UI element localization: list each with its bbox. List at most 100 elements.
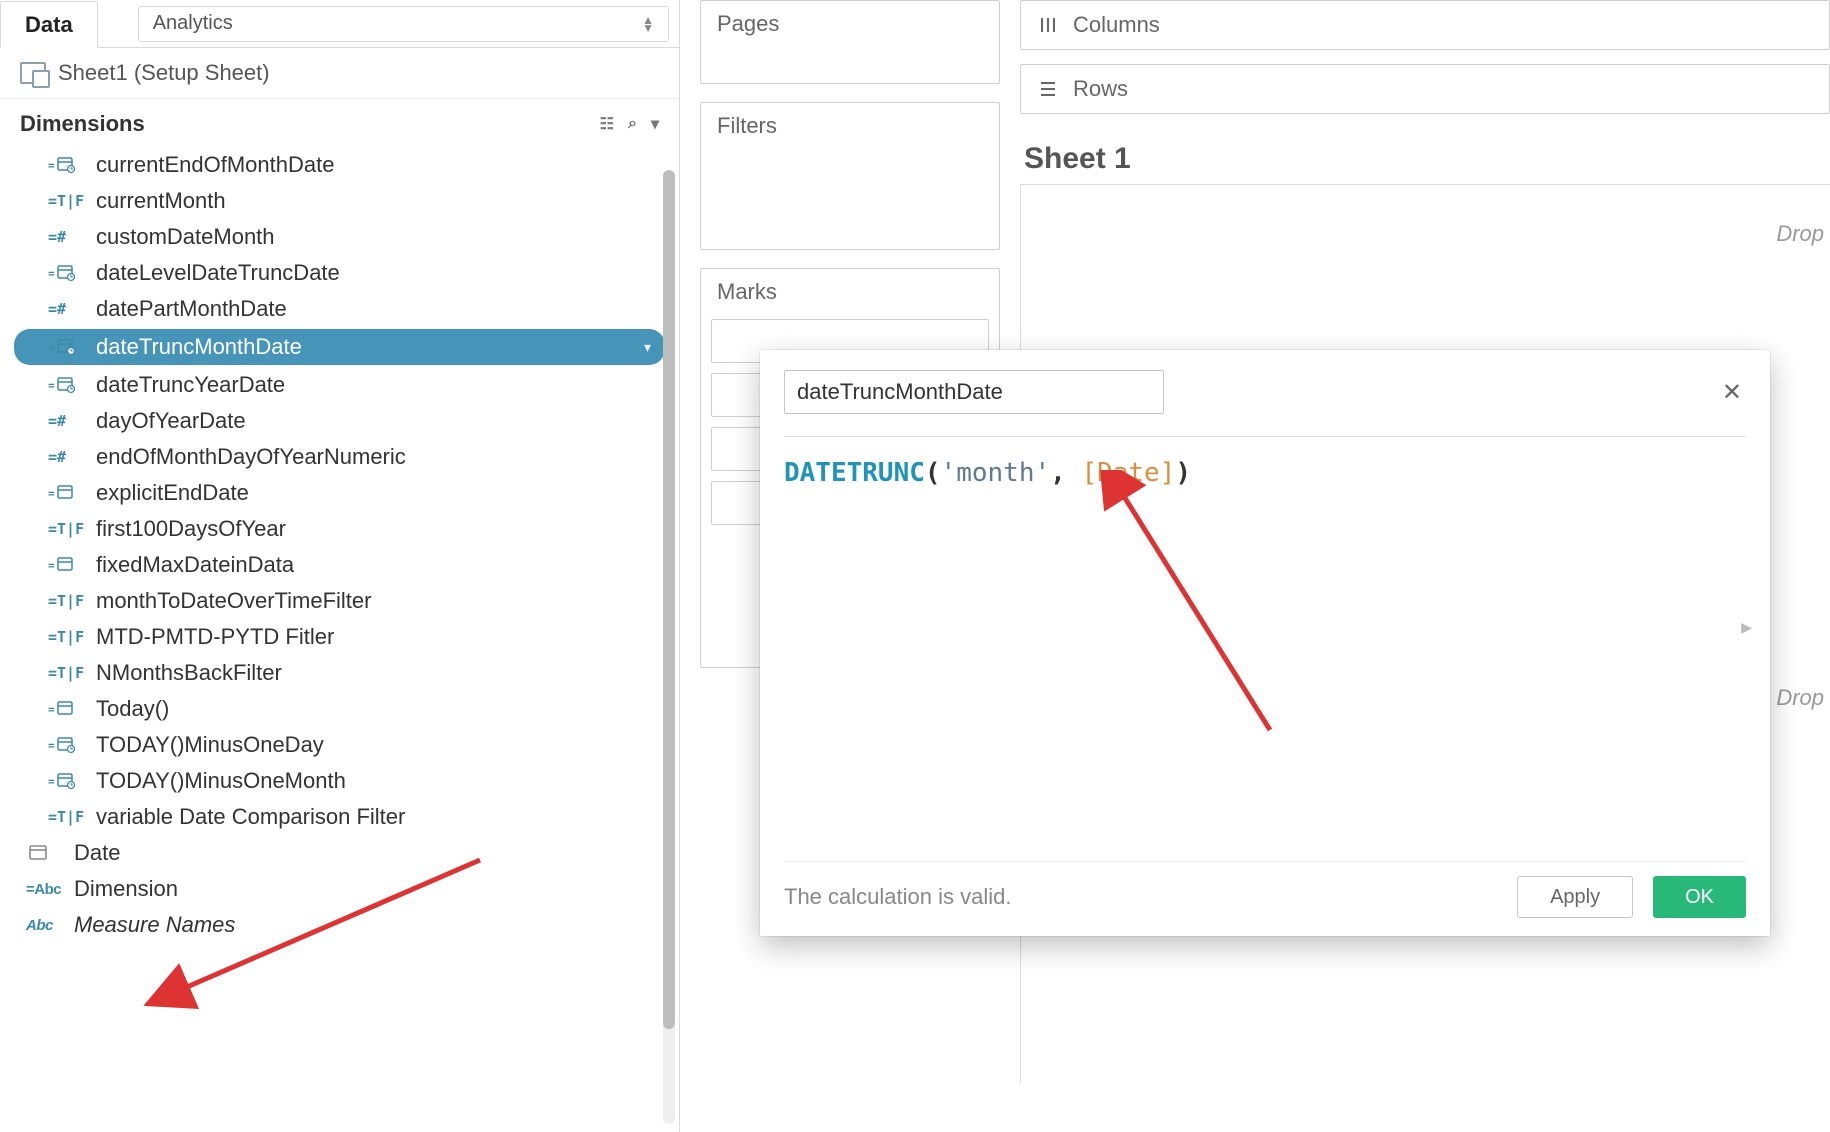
- dimension-label: Today(): [96, 696, 169, 722]
- dimension-label: MTD-PMTD-PYTD Fitler: [96, 624, 334, 650]
- string-icon: Abc: [26, 917, 60, 934]
- calc-date-icon: =: [48, 156, 82, 174]
- dimension-label: dateLevelDateTruncDate: [96, 260, 340, 286]
- data-pane-tabs: Data Analytics ▲▼: [0, 0, 679, 48]
- scrollbar[interactable]: [663, 170, 675, 1124]
- calc-number-icon: =#: [48, 228, 82, 246]
- datasource-name: Sheet1 (Setup Sheet): [58, 60, 270, 86]
- marks-size[interactable]: [711, 427, 761, 471]
- view-data-icon[interactable]: ☷: [600, 114, 614, 134]
- dimension-item[interactable]: =currentEndOfMonthDate: [0, 147, 679, 183]
- pages-shelf[interactable]: Pages: [700, 0, 1000, 84]
- dimension-item[interactable]: =T|Ffirst100DaysOfYear: [0, 511, 679, 547]
- dimension-label: Date: [74, 840, 120, 866]
- dimension-label: currentMonth: [96, 188, 226, 214]
- calc-string-icon: =Abc: [26, 881, 60, 898]
- calc-boolean-icon: =T|F: [48, 592, 82, 610]
- datasource-icon: [20, 62, 46, 84]
- token-field: [Date]: [1081, 458, 1175, 488]
- calc-number-icon: =#: [48, 448, 82, 466]
- calc-boolean-icon: =T|F: [48, 664, 82, 682]
- dimension-item[interactable]: =#endOfMonthDayOfYearNumeric: [0, 439, 679, 475]
- marks-color[interactable]: [711, 373, 761, 417]
- svg-text:=: =: [48, 159, 55, 172]
- dimension-item[interactable]: =TODAY()MinusOneDay: [0, 727, 679, 763]
- dimensions-menu-icon[interactable]: ▾: [651, 114, 659, 134]
- drop-hint-rows: Drop: [1776, 685, 1824, 711]
- dimension-item[interactable]: = dateTruncYearDate: [0, 367, 679, 403]
- dimension-label: NMonthsBackFilter: [96, 660, 282, 686]
- apply-button[interactable]: Apply: [1517, 876, 1633, 918]
- divider: [784, 436, 1746, 437]
- drop-hint-columns: Drop: [1776, 221, 1824, 247]
- dimension-item[interactable]: = explicitEndDate: [0, 475, 679, 511]
- columns-icon: [1037, 15, 1059, 35]
- dimension-item[interactable]: =T|F MTD-PMTD-PYTD Fitler: [0, 619, 679, 655]
- rows-icon: [1037, 79, 1059, 99]
- svg-text:=: =: [48, 267, 55, 280]
- calculation-editor: ✕ DATETRUNC('month', [Date]) ▶ The calcu…: [760, 350, 1770, 936]
- date-icon: [26, 844, 60, 862]
- dimension-item[interactable]: =T|F NMonthsBackFilter: [0, 655, 679, 691]
- calc-number-icon: =#: [48, 300, 82, 318]
- calc-name-input[interactable]: [784, 370, 1164, 414]
- calc-formula-editor[interactable]: DATETRUNC('month', [Date]) ▶: [784, 455, 1746, 861]
- expand-icon[interactable]: ▶: [1741, 615, 1752, 640]
- calc-date-icon: =: [48, 736, 82, 754]
- tab-data[interactable]: Data: [0, 1, 98, 48]
- svg-text:=: =: [48, 703, 55, 716]
- marks-detail[interactable]: [711, 481, 761, 525]
- dimension-item[interactable]: = dateLevelDateTruncDate: [0, 255, 679, 291]
- search-icon[interactable]: ⌕: [628, 115, 637, 133]
- token-open-paren: (: [925, 458, 941, 488]
- dimension-item[interactable]: AbcMeasure Names: [0, 907, 679, 943]
- calc-date-icon: =: [48, 556, 82, 574]
- dimension-label: dateTruncYearDate: [96, 372, 285, 398]
- dimension-item[interactable]: =#dayOfYearDate: [0, 403, 679, 439]
- calc-boolean-icon: =T|F: [48, 520, 82, 538]
- calc-date-icon: =: [48, 338, 82, 356]
- dimension-label: explicitEndDate: [96, 480, 249, 506]
- ok-button[interactable]: OK: [1653, 876, 1746, 918]
- tab-analytics[interactable]: Analytics ▲▼: [138, 6, 669, 42]
- dimension-item[interactable]: =T|FmonthToDateOverTimeFilter: [0, 583, 679, 619]
- dimension-item[interactable]: =#customDateMonth: [0, 219, 679, 255]
- filters-shelf[interactable]: Filters: [700, 102, 1000, 250]
- dimension-item[interactable]: =T|F currentMonth: [0, 183, 679, 219]
- dimensions-list: =currentEndOfMonthDate =T|F currentMonth =#…: [0, 143, 679, 1132]
- calc-boolean-icon: =T|F: [48, 192, 82, 210]
- svg-text:=: =: [48, 775, 55, 788]
- svg-text:=: =: [48, 379, 55, 392]
- dimension-item[interactable]: = TODAY()MinusOneMonth: [0, 763, 679, 799]
- columns-shelf[interactable]: Columns: [1020, 0, 1830, 50]
- token-string: 'month': [941, 458, 1051, 488]
- filters-label: Filters: [701, 103, 999, 249]
- svg-text:=: =: [48, 739, 55, 752]
- calc-boolean-icon: =T|F: [48, 808, 82, 826]
- columns-label: Columns: [1073, 12, 1160, 38]
- token-close-paren: ): [1175, 458, 1191, 488]
- dimensions-header: Dimensions ☷ ⌕ ▾: [0, 99, 679, 143]
- close-icon[interactable]: ✕: [1718, 374, 1746, 411]
- calc-date-icon: =: [48, 484, 82, 502]
- dimension-label: TODAY()MinusOneMonth: [96, 768, 346, 794]
- dimension-item[interactable]: =T|Fvariable Date Comparison Filter: [0, 799, 679, 835]
- calc-date-icon: =: [48, 264, 82, 282]
- dimension-item[interactable]: =dateTruncMonthDate: [14, 329, 665, 365]
- dimension-item[interactable]: =# datePartMonthDate: [0, 291, 679, 327]
- calc-boolean-icon: =T|F: [48, 628, 82, 646]
- dimension-item[interactable]: =AbcDimension: [0, 871, 679, 907]
- tab-analytics-label: Analytics: [153, 12, 233, 35]
- dimension-label: dayOfYearDate: [96, 408, 246, 434]
- dimension-label: fixedMaxDateinData: [96, 552, 294, 578]
- scrollbar-thumb[interactable]: [663, 170, 675, 1029]
- dimensions-header-label: Dimensions: [20, 111, 145, 137]
- calc-date-icon: =: [48, 700, 82, 718]
- dimension-item[interactable]: = Today(): [0, 691, 679, 727]
- dimension-item[interactable]: Date: [0, 835, 679, 871]
- rows-shelf[interactable]: Rows: [1020, 64, 1830, 114]
- dimension-label: datePartMonthDate: [96, 296, 287, 322]
- sort-icon: ▲▼: [642, 16, 654, 32]
- dimension-item[interactable]: = fixedMaxDateinData: [0, 547, 679, 583]
- datasource-row[interactable]: Sheet1 (Setup Sheet): [0, 48, 679, 99]
